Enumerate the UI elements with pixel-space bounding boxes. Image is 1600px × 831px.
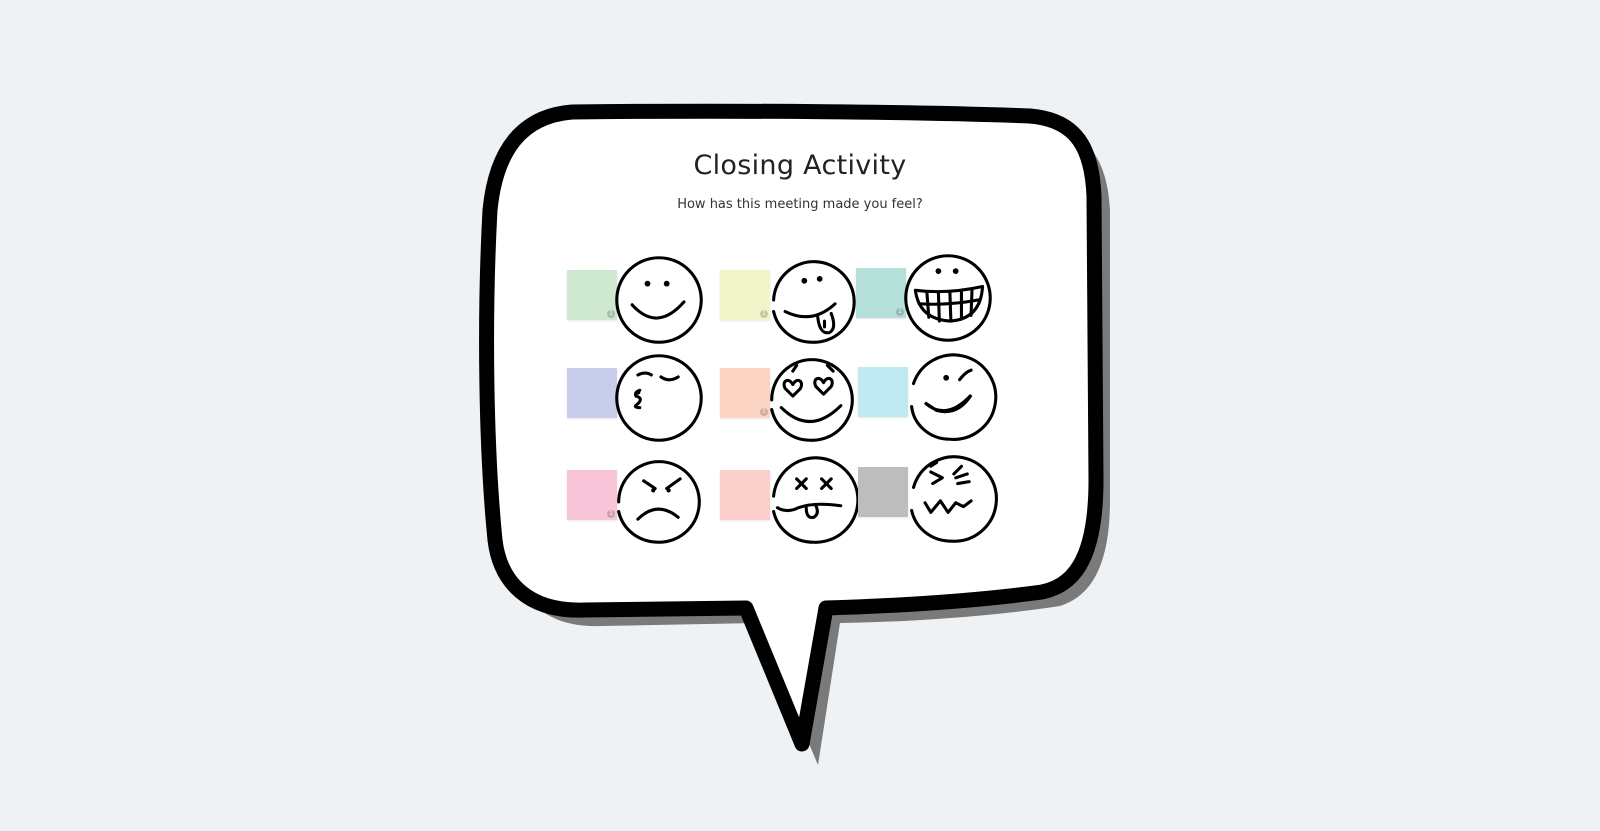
emotion-card[interactable]: 1	[856, 250, 1006, 345]
big-grin-face-icon	[900, 250, 996, 346]
angry-face-icon	[611, 452, 707, 548]
emotion-card[interactable]: 2	[720, 350, 870, 445]
sticky-note[interactable]: 1	[720, 270, 770, 320]
emotion-card[interactable]	[720, 452, 870, 547]
emotion-card[interactable]	[858, 449, 1008, 544]
board-subtitle: How has this meeting made you feel?	[677, 197, 923, 212]
kissing-face-icon	[611, 350, 707, 446]
tongue-out-face-icon	[764, 252, 860, 348]
emotion-card[interactable]: 1	[720, 252, 870, 347]
winking-face-icon	[902, 349, 998, 445]
sticky-note[interactable]: 1	[856, 268, 906, 318]
emotion-card[interactable]	[858, 349, 1008, 444]
sticky-note[interactable]	[567, 368, 617, 418]
heart-eyes-face-icon	[764, 350, 860, 446]
frustrated-face-icon	[902, 449, 998, 545]
whiteboard-canvas[interactable]: Closing Activity How has this meeting ma…	[0, 0, 1600, 831]
emotion-card[interactable]: 1	[567, 452, 717, 547]
dizzy-face-icon	[764, 452, 860, 548]
sticky-note[interactable]	[720, 470, 770, 520]
sticky-note[interactable]	[858, 367, 908, 417]
sticky-note[interactable]: 1	[567, 270, 617, 320]
sticky-note[interactable]: 1	[567, 470, 617, 520]
board-title: Closing Activity	[693, 150, 907, 181]
smile-face-icon	[611, 252, 707, 348]
sticky-note[interactable]	[858, 467, 908, 517]
sticky-note[interactable]: 2	[720, 368, 770, 418]
emotion-card[interactable]	[567, 350, 717, 445]
emotion-card[interactable]: 1	[567, 252, 717, 347]
